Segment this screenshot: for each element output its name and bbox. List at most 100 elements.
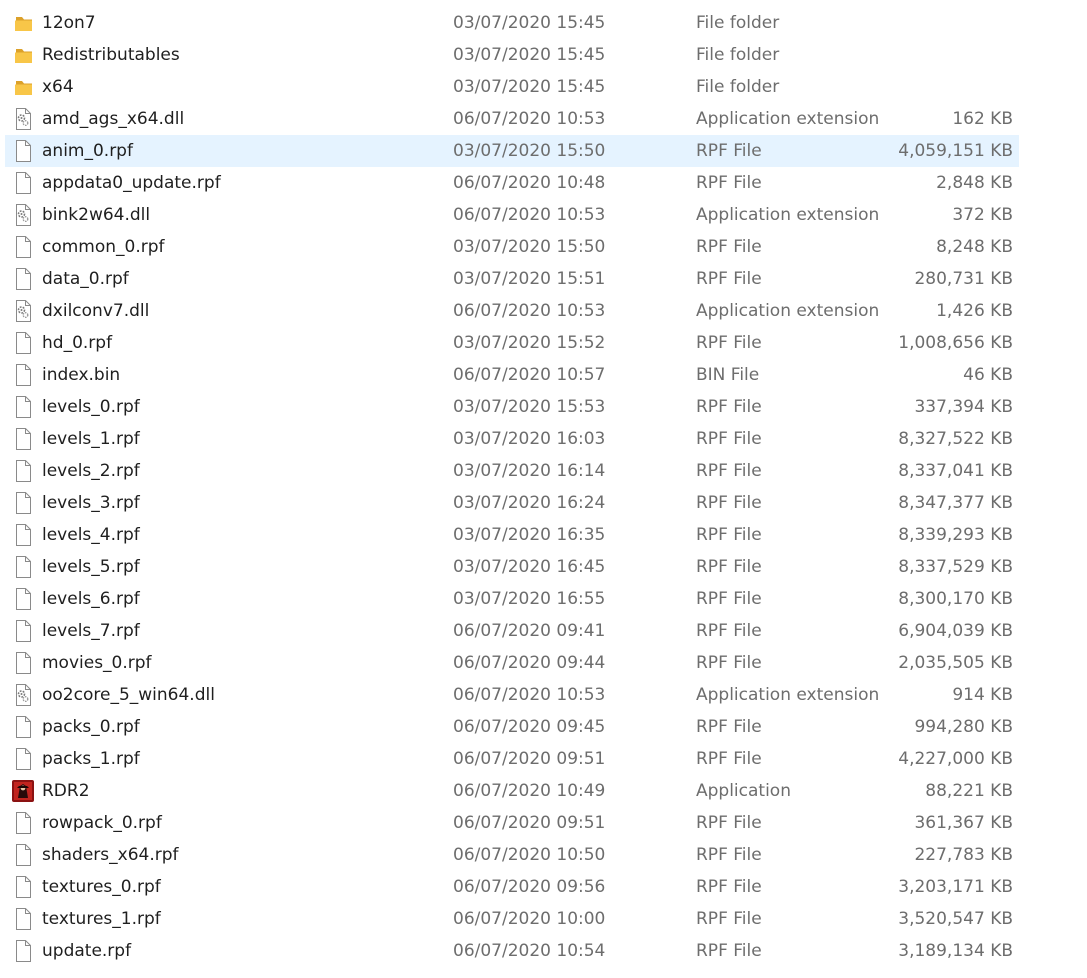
file-date-modified: 03/07/2020 15:51 [453, 269, 606, 289]
file-icon [13, 492, 33, 514]
file-row[interactable]: common_0.rpf 03/07/2020 15:50 RPF File 8,24… [0, 231, 1087, 263]
file-row[interactable]: shaders_x64.rpf 06/07/2020 10:50 RPF File 2… [0, 839, 1087, 871]
file-date-modified: 06/07/2020 10:53 [453, 109, 606, 129]
file-row[interactable]: levels_7.rpf 06/07/2020 09:41 RPF File 6,90… [0, 615, 1087, 647]
file-type: RPF File [696, 749, 762, 769]
file-row[interactable]: textures_1.rpf 06/07/2020 10:00 RPF File 3,… [0, 903, 1087, 935]
file-icon [13, 172, 33, 194]
file-size: 994,280 KB [914, 717, 1013, 737]
file-type: RPF File [696, 269, 762, 289]
file-size: 1,008,656 KB [898, 333, 1013, 353]
file-name: dxilconv7.dll [42, 301, 150, 321]
file-row[interactable]: textures_0.rpf 06/07/2020 09:56 RPF File 3,… [0, 871, 1087, 903]
file-name: levels_0.rpf [42, 397, 140, 417]
file-type: RPF File [696, 237, 762, 257]
file-date-modified: 03/07/2020 16:35 [453, 525, 606, 545]
file-type: RPF File [696, 333, 762, 353]
file-row[interactable]: levels_5.rpf 03/07/2020 16:45 RPF File 8,33… [0, 551, 1087, 583]
file-size: 372 KB [952, 205, 1013, 225]
file-row[interactable]: index.bin 06/07/2020 10:57 BIN File 46 KB [0, 359, 1087, 391]
file-row[interactable]: x64 03/07/2020 15:45 File folder [0, 71, 1087, 103]
file-row[interactable]: levels_0.rpf 03/07/2020 15:53 RPF File 337,… [0, 391, 1087, 423]
file-date-modified: 06/07/2020 10:50 [453, 845, 606, 865]
file-date-modified: 03/07/2020 15:45 [453, 13, 606, 33]
file-icon [13, 716, 33, 738]
file-type: RPF File [696, 589, 762, 609]
file-date-modified: 06/07/2020 10:53 [453, 685, 606, 705]
file-type: RPF File [696, 877, 762, 897]
file-date-modified: 06/07/2020 09:44 [453, 653, 606, 673]
file-date-modified: 03/07/2020 16:55 [453, 589, 606, 609]
file-date-modified: 06/07/2020 10:49 [453, 781, 606, 801]
file-type: RPF File [696, 909, 762, 929]
file-row[interactable]: RDR2 06/07/2020 10:49 Application 88,221 KB [0, 775, 1087, 807]
file-name: textures_1.rpf [42, 909, 161, 929]
file-icon [13, 460, 33, 482]
file-icon [13, 940, 33, 962]
file-size: 46 KB [963, 365, 1013, 385]
file-row[interactable]: bink2w64.dll 06/07/2020 10:53 Application … [0, 199, 1087, 231]
file-date-modified: 06/07/2020 10:54 [453, 941, 606, 961]
file-size: 337,394 KB [914, 397, 1013, 417]
file-row[interactable]: levels_3.rpf 03/07/2020 16:24 RPF File 8,34… [0, 487, 1087, 519]
file-size: 8,337,041 KB [898, 461, 1013, 481]
file-row[interactable]: levels_2.rpf 03/07/2020 16:14 RPF File 8,33… [0, 455, 1087, 487]
file-date-modified: 03/07/2020 15:45 [453, 77, 606, 97]
file-name: levels_3.rpf [42, 493, 140, 513]
file-row[interactable]: movies_0.rpf 06/07/2020 09:44 RPF File 2,03… [0, 647, 1087, 679]
file-name: shaders_x64.rpf [42, 845, 179, 865]
file-icon [13, 908, 33, 930]
file-date-modified: 03/07/2020 15:53 [453, 397, 606, 417]
file-type: RPF File [696, 461, 762, 481]
file-type: Application extension [696, 685, 880, 705]
file-row[interactable]: anim_0.rpf 03/07/2020 15:50 RPF File 4,059,… [0, 135, 1087, 167]
file-name: textures_0.rpf [42, 877, 161, 897]
file-name: levels_4.rpf [42, 525, 140, 545]
file-size: 914 KB [952, 685, 1013, 705]
file-type: Application extension [696, 205, 880, 225]
file-icon [13, 876, 33, 898]
file-name: RDR2 [42, 781, 90, 801]
file-row[interactable]: levels_6.rpf 03/07/2020 16:55 RPF File 8,30… [0, 583, 1087, 615]
file-date-modified: 06/07/2020 10:53 [453, 301, 606, 321]
dll-file-icon [13, 300, 33, 322]
file-name: bink2w64.dll [42, 205, 151, 225]
file-row[interactable]: packs_0.rpf 06/07/2020 09:45 RPF File 994,2… [0, 711, 1087, 743]
file-row[interactable]: rowpack_0.rpf 06/07/2020 09:51 RPF File 361… [0, 807, 1087, 839]
file-row[interactable]: packs_1.rpf 06/07/2020 09:51 RPF File 4,227… [0, 743, 1087, 775]
file-name: packs_0.rpf [42, 717, 140, 737]
rdr2-app-icon [12, 780, 34, 802]
file-date-modified: 03/07/2020 15:52 [453, 333, 606, 353]
file-row[interactable]: hd_0.rpf 03/07/2020 15:52 RPF File 1,008,65… [0, 327, 1087, 359]
file-row[interactable]: amd_ags_x64.dll 06/07/2020 10:53 Applicati… [0, 103, 1087, 135]
file-row[interactable]: levels_4.rpf 03/07/2020 16:35 RPF File 8,33… [0, 519, 1087, 551]
file-name: amd_ags_x64.dll [42, 109, 185, 129]
file-name: levels_7.rpf [42, 621, 140, 641]
file-date-modified: 06/07/2020 09:56 [453, 877, 606, 897]
file-date-modified: 03/07/2020 15:45 [453, 45, 606, 65]
file-row[interactable]: data_0.rpf 03/07/2020 15:51 RPF File 280,73… [0, 263, 1087, 295]
file-row[interactable]: appdata0_update.rpf 06/07/2020 10:48 RPF F… [0, 167, 1087, 199]
file-row[interactable]: levels_1.rpf 03/07/2020 16:03 RPF File 8,32… [0, 423, 1087, 455]
folder-icon [13, 12, 33, 34]
file-row[interactable]: oo2core_5_win64.dll 06/07/2020 10:53 Appli… [0, 679, 1087, 711]
file-type: RPF File [696, 173, 762, 193]
file-name: 12on7 [42, 13, 96, 33]
file-row[interactable]: update.rpf 06/07/2020 10:54 RPF File 3,189,… [0, 935, 1087, 967]
file-icon [13, 236, 33, 258]
file-size: 6,904,039 KB [898, 621, 1013, 641]
file-type: RPF File [696, 845, 762, 865]
file-type: BIN File [696, 365, 760, 385]
file-date-modified: 03/07/2020 16:45 [453, 557, 606, 577]
file-size: 3,203,171 KB [898, 877, 1013, 897]
file-row[interactable]: 12on7 03/07/2020 15:45 File folder [0, 7, 1087, 39]
file-date-modified: 03/07/2020 16:03 [453, 429, 606, 449]
file-date-modified: 03/07/2020 16:14 [453, 461, 606, 481]
file-row[interactable]: Redistributables 03/07/2020 15:45 File fol… [0, 39, 1087, 71]
dll-file-icon [13, 684, 33, 706]
file-row[interactable]: dxilconv7.dll 06/07/2020 10:53 Application… [0, 295, 1087, 327]
file-size: 8,300,170 KB [898, 589, 1013, 609]
file-icon [13, 556, 33, 578]
folder-icon [13, 76, 33, 98]
file-size: 3,189,134 KB [898, 941, 1013, 961]
